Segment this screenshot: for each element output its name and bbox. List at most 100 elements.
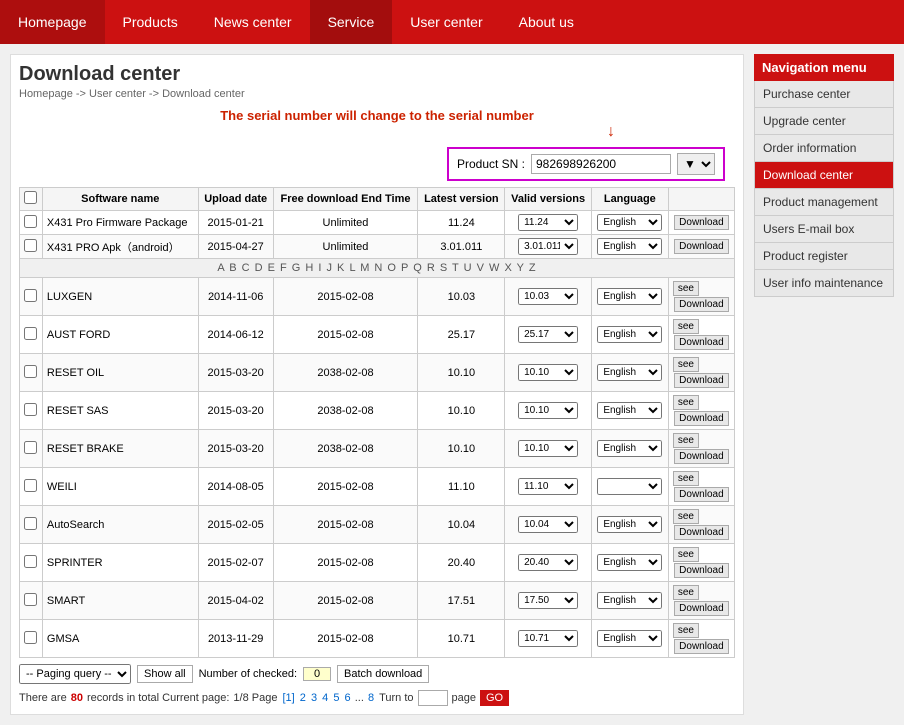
nav-products[interactable]: Products	[105, 0, 196, 44]
table-row: SPRINTER 2015-02-07 2015-02-08 20.40 20.…	[20, 544, 735, 582]
row-checkbox-2[interactable]	[24, 289, 37, 302]
lang-select[interactable]: English	[597, 440, 662, 457]
version-select[interactable]: 11.24	[518, 214, 578, 231]
sidebar-item-5[interactable]: Users E-mail box	[754, 216, 894, 243]
download-button[interactable]: Download	[674, 335, 728, 350]
download-button[interactable]: Download	[674, 297, 728, 312]
sidebar-item-0[interactable]: Purchase center	[754, 81, 894, 108]
lang-select[interactable]: English	[597, 402, 662, 419]
page-link-6[interactable]: 6	[345, 692, 351, 704]
latest-version: 10.04	[418, 506, 505, 544]
row-checkbox-8[interactable]	[24, 517, 37, 530]
col-software-name: Software name	[42, 188, 198, 211]
upload-date: 2014-06-12	[198, 316, 273, 354]
go-button[interactable]: GO	[480, 690, 509, 706]
row-checkbox-4[interactable]	[24, 365, 37, 378]
version-select[interactable]: 10.10	[518, 364, 578, 381]
download-button[interactable]: Download	[674, 639, 728, 654]
sidebar-item-4[interactable]: Product management	[754, 189, 894, 216]
show-all-button[interactable]: Show all	[137, 665, 193, 683]
download-button[interactable]: Download	[674, 487, 728, 502]
sn-select[interactable]: ▼	[677, 153, 715, 175]
action-cell: see Download	[668, 468, 734, 506]
row-checkbox-1[interactable]	[24, 239, 37, 252]
see-button[interactable]: see	[673, 281, 699, 296]
row-checkbox-9[interactable]	[24, 555, 37, 568]
see-button[interactable]: see	[673, 547, 699, 562]
version-select[interactable]: 17.50	[518, 592, 578, 609]
see-button[interactable]: see	[673, 623, 699, 638]
page-link-2[interactable]: 2	[300, 692, 306, 704]
batch-download-button[interactable]: Batch download	[337, 665, 429, 683]
row-checkbox-3[interactable]	[24, 327, 37, 340]
lang-select[interactable]: English	[597, 592, 662, 609]
row-checkbox-10[interactable]	[24, 593, 37, 606]
download-button[interactable]: Download	[674, 239, 728, 254]
version-select[interactable]: 20.40	[518, 554, 578, 571]
turn-to-input[interactable]	[418, 690, 448, 706]
lang-select[interactable]: English	[597, 214, 662, 231]
nav-homepage[interactable]: Homepage	[0, 0, 105, 44]
lang-select[interactable]	[597, 478, 662, 495]
sn-box: Product SN : ▼	[447, 147, 725, 181]
nav-news-center[interactable]: News center	[196, 0, 310, 44]
sidebar-item-7[interactable]: User info maintenance	[754, 270, 894, 297]
see-button[interactable]: see	[673, 471, 699, 486]
see-button[interactable]: see	[673, 395, 699, 410]
sidebar-item-1[interactable]: Upgrade center	[754, 108, 894, 135]
nav-user-center[interactable]: User center	[392, 0, 500, 44]
page-link-1[interactable]: [1]	[282, 692, 294, 704]
see-button[interactable]: see	[673, 319, 699, 334]
version-select[interactable]: 10.71	[518, 630, 578, 647]
sn-input[interactable]	[531, 154, 671, 174]
row-checkbox-0[interactable]	[24, 215, 37, 228]
download-button[interactable]: Download	[674, 411, 728, 426]
see-button[interactable]: see	[673, 509, 699, 524]
lang-select[interactable]: English	[597, 554, 662, 571]
table-row: AutoSearch 2015-02-05 2015-02-08 10.04 1…	[20, 506, 735, 544]
select-all-checkbox[interactable]	[24, 191, 37, 204]
software-table: Software name Upload date Free download …	[19, 187, 735, 658]
row-checkbox-5[interactable]	[24, 403, 37, 416]
nav-service[interactable]: Service	[310, 0, 393, 44]
download-button[interactable]: Download	[674, 373, 728, 388]
row-checkbox-6[interactable]	[24, 441, 37, 454]
version-select[interactable]: 25.17	[518, 326, 578, 343]
version-select[interactable]: 11.10	[518, 478, 578, 495]
checked-input[interactable]	[303, 667, 331, 681]
lang-select[interactable]: English	[597, 238, 662, 255]
row-checkbox-11[interactable]	[24, 631, 37, 644]
col-action	[668, 188, 734, 211]
lang-select[interactable]: English	[597, 326, 662, 343]
see-button[interactable]: see	[673, 357, 699, 372]
top-navigation: Homepage Products News center Service Us…	[0, 0, 904, 44]
see-button[interactable]: see	[673, 433, 699, 448]
nav-about-us[interactable]: About us	[501, 0, 592, 44]
lang-select[interactable]: English	[597, 516, 662, 533]
download-button[interactable]: Download	[674, 525, 728, 540]
sidebar-item-6[interactable]: Product register	[754, 243, 894, 270]
version-select[interactable]: 10.10	[518, 440, 578, 457]
latest-version: 17.51	[418, 582, 505, 620]
sidebar-item-2[interactable]: Order information	[754, 135, 894, 162]
lang-select[interactable]: English	[597, 364, 662, 381]
version-select[interactable]: 10.10	[518, 402, 578, 419]
download-button[interactable]: Download	[674, 563, 728, 578]
download-button[interactable]: Download	[674, 601, 728, 616]
see-button[interactable]: see	[673, 585, 699, 600]
page-link-8[interactable]: 8	[368, 692, 374, 704]
version-select[interactable]: 10.03	[518, 288, 578, 305]
page-link-3[interactable]: 3	[311, 692, 317, 704]
lang-select[interactable]: English	[597, 288, 662, 305]
download-button[interactable]: Download	[674, 215, 728, 230]
paging-select[interactable]: -- Paging query --	[19, 664, 131, 684]
sidebar-item-3[interactable]: Download center	[754, 162, 894, 189]
version-select[interactable]: 10.04	[518, 516, 578, 533]
page-link-5[interactable]: 5	[333, 692, 339, 704]
row-checkbox-7[interactable]	[24, 479, 37, 492]
download-button[interactable]: Download	[674, 449, 728, 464]
page-link-4[interactable]: 4	[322, 692, 328, 704]
version-select[interactable]: 3.01.011	[518, 238, 578, 255]
table-row: WEILI 2014-08-05 2015-02-08 11.10 11.10 …	[20, 468, 735, 506]
lang-select[interactable]: English	[597, 630, 662, 647]
